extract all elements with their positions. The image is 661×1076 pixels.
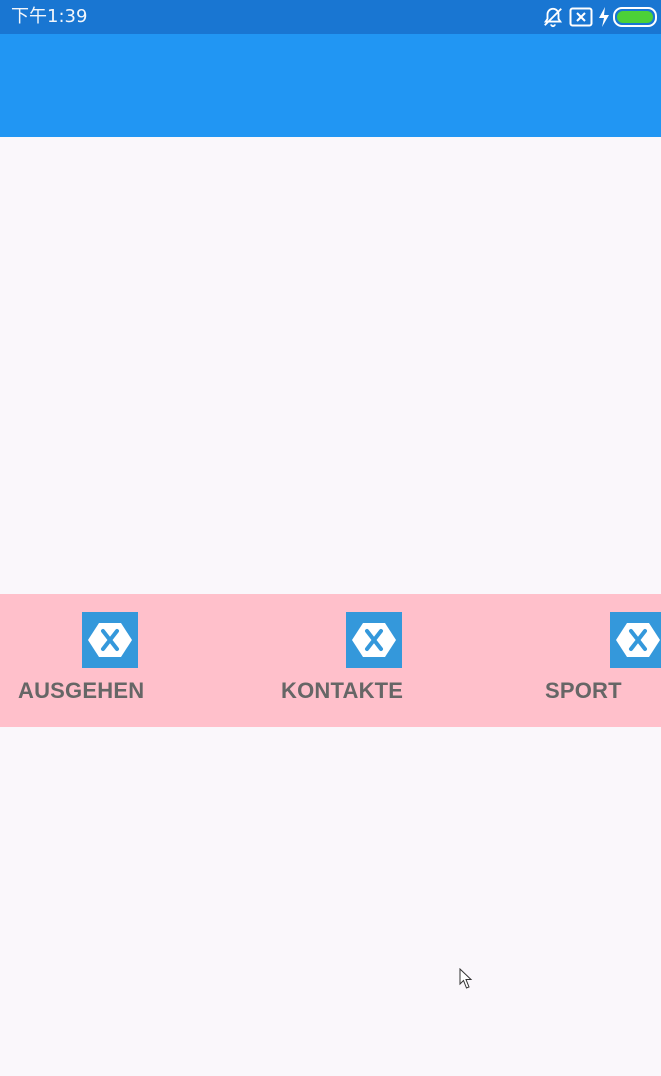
xamarin-logo-icon — [610, 612, 661, 668]
xamarin-logo-icon — [82, 612, 138, 668]
sim-card-error-icon — [566, 5, 596, 29]
tab-sport[interactable]: SPORT — [500, 594, 661, 727]
tab-kontakte[interactable]: KONTAKTE — [240, 594, 460, 727]
status-bar: 下午1:39 — [0, 0, 661, 34]
tab-label: AUSGEHEN — [18, 678, 145, 703]
tab-label: SPORT — [545, 678, 622, 703]
xamarin-logo-icon — [346, 612, 402, 668]
app-toolbar — [0, 34, 661, 137]
battery-icon — [612, 5, 658, 29]
mouse-pointer-icon — [459, 967, 473, 990]
tab-ausgehen[interactable]: AUSGEHEN — [0, 594, 220, 727]
charging-icon — [596, 5, 612, 29]
status-time: 下午1:39 — [11, 6, 88, 27]
notifications-off-icon — [540, 5, 566, 29]
status-icons — [540, 5, 658, 29]
tab-label: KONTAKTE — [281, 678, 404, 703]
tab-strip: AUSGEHEN KONTAKTE SPORT — [0, 594, 661, 727]
